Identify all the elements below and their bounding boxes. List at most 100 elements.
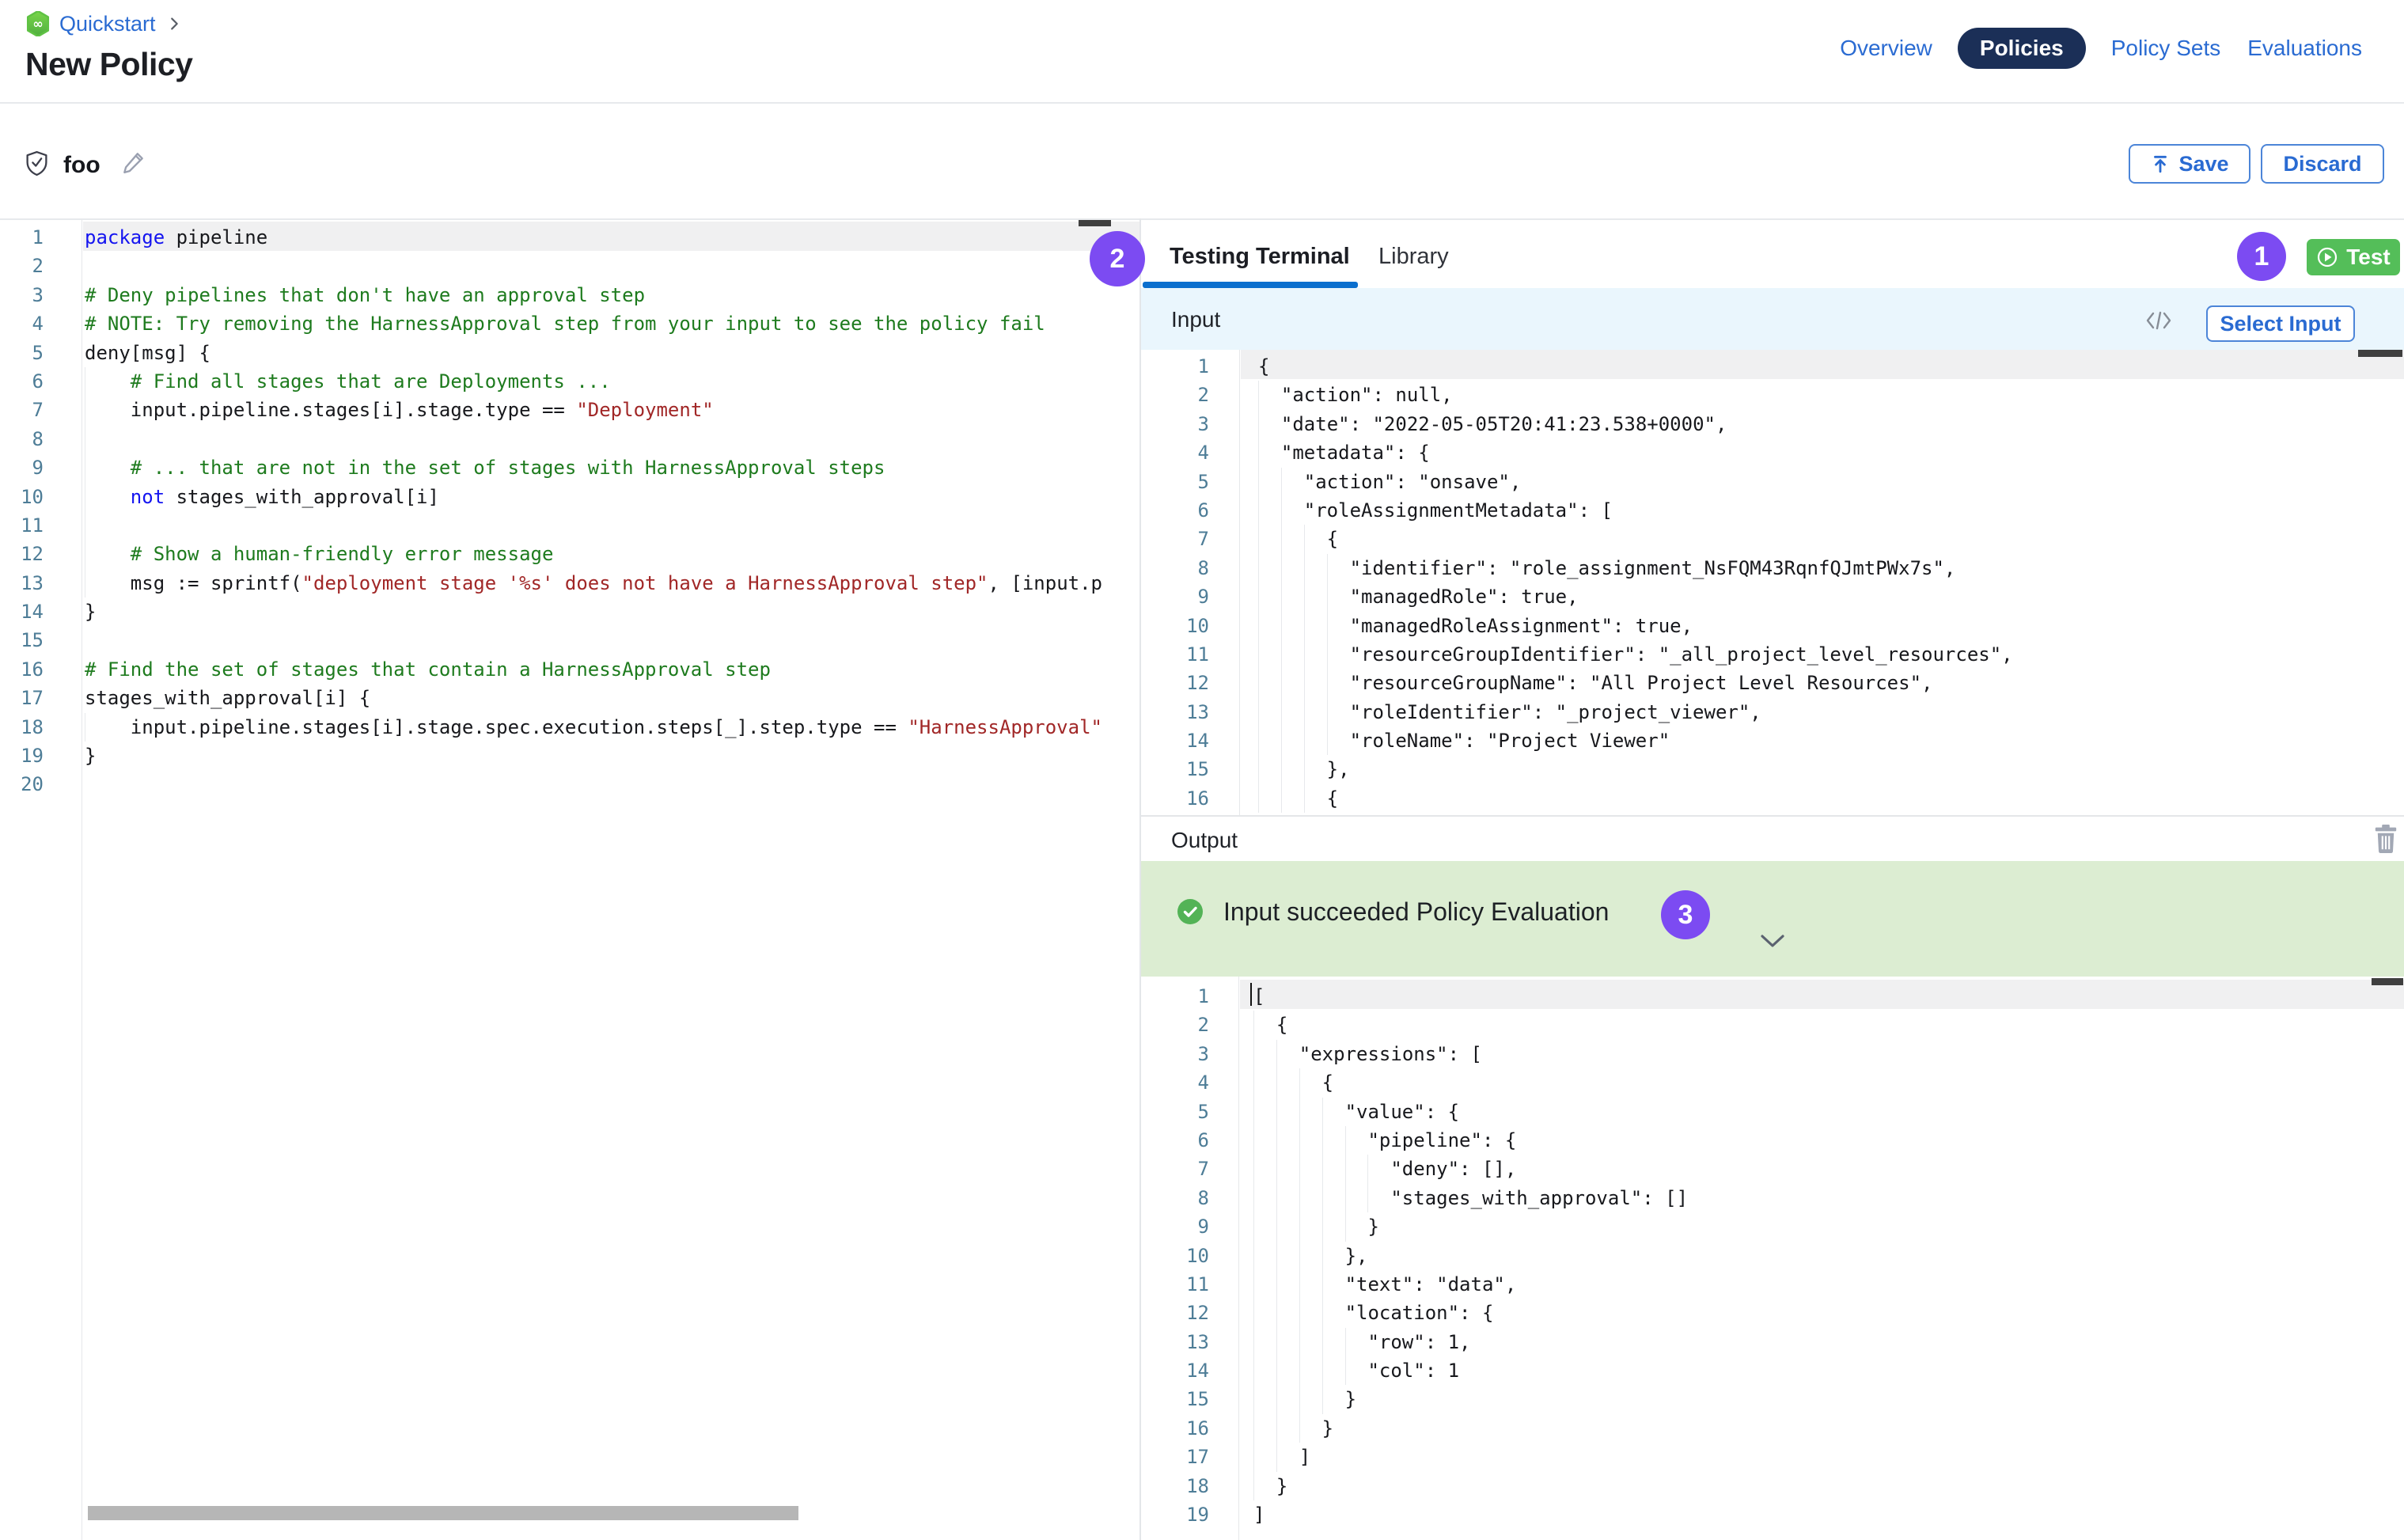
expand-details-button[interactable] (1758, 934, 1787, 954)
line-number: 7 (1141, 1155, 1209, 1183)
code-line[interactable]: "managedRole": true, (1258, 582, 2398, 611)
code-line[interactable]: "text": "data", (1253, 1270, 2393, 1299)
code-line[interactable]: # Find all stages that are Deployments .… (85, 367, 1137, 396)
gutter-border (1239, 350, 1240, 815)
code-line[interactable]: "metadata": { (1258, 438, 2398, 467)
code-line[interactable]: { (1258, 525, 2398, 553)
line-number: 6 (0, 367, 44, 396)
code-line[interactable]: # ... that are not in the set of stages … (85, 453, 1137, 482)
line-number: 11 (1141, 1270, 1209, 1299)
code-line[interactable]: not stages_with_approval[i] (85, 483, 1137, 511)
line-number: 12 (1141, 1299, 1209, 1327)
line-number: 9 (0, 453, 44, 482)
main-nav: Overview Policies Policy Sets Evaluations (1838, 28, 2364, 69)
code-line[interactable]: # Deny pipelines that don't have an appr… (85, 281, 1137, 309)
code-line[interactable]: ] (1253, 1443, 2393, 1471)
code-line[interactable]: } (85, 597, 1137, 626)
code-line[interactable]: "managedRoleAssignment": true, (1258, 612, 2398, 640)
code-line[interactable]: stages_with_approval[i] { (85, 684, 1137, 712)
editor-scrollbar-fragment[interactable] (1079, 220, 1111, 226)
code-line[interactable]: package pipeline (85, 223, 1137, 252)
harness-logo-icon: ∞ (26, 11, 50, 36)
code-line[interactable] (85, 252, 1137, 280)
code-line[interactable]: "roleAssignmentMetadata": [ (1258, 496, 2398, 525)
code-line[interactable]: "resourceGroupIdentifier": "_all_project… (1258, 640, 2398, 669)
input-editor-code[interactable]: {"action": null,"date": "2022-05-05T20:4… (1258, 352, 2398, 813)
code-line[interactable]: } (1253, 1212, 2393, 1241)
discard-button[interactable]: Discard (2261, 144, 2384, 184)
code-line[interactable]: "row": 1, (1253, 1328, 2393, 1356)
code-line[interactable]: # Find the set of stages that contain a … (85, 655, 1137, 684)
code-line[interactable]: } (1253, 1385, 2393, 1413)
code-line[interactable]: "location": { (1253, 1299, 2393, 1327)
code-line[interactable]: # Show a human-friendly error message (85, 540, 1137, 568)
input-editor[interactable]: 12345678910111213141516 {"action": null,… (1141, 350, 2404, 815)
code-line[interactable]: # NOTE: Try removing the HarnessApproval… (85, 309, 1137, 338)
code-line[interactable]: "stages_with_approval": [] (1253, 1184, 2393, 1212)
policy-name: foo (63, 152, 100, 179)
annotation-2: 2 (1090, 231, 1145, 286)
code-view-icon[interactable] (2146, 310, 2171, 335)
select-input-button[interactable]: Select Input (2206, 305, 2355, 342)
nav-item-evaluations[interactable]: Evaluations (2246, 28, 2364, 69)
code-line[interactable] (85, 425, 1137, 453)
tab-library[interactable]: Library (1378, 244, 1449, 270)
breadcrumb-quickstart-link[interactable]: Quickstart (59, 12, 156, 36)
code-line[interactable]: { (1253, 1011, 2393, 1039)
code-line[interactable]: input.pipeline.stages[i].stage.spec.exec… (85, 713, 1137, 742)
code-line[interactable]: "action": "onsave", (1258, 468, 2398, 496)
code-line[interactable]: [ (1253, 982, 2393, 1011)
pencil-icon (120, 165, 146, 179)
line-number: 16 (0, 655, 44, 684)
code-line[interactable]: msg := sprintf("deployment stage '%s' do… (85, 569, 1137, 597)
line-number: 13 (1141, 698, 1209, 726)
code-line[interactable]: deny[msg] { (85, 339, 1137, 367)
code-line[interactable]: "value": { (1253, 1098, 2393, 1126)
code-line[interactable]: "roleIdentifier": "_project_viewer", (1258, 698, 2398, 726)
code-line[interactable] (85, 511, 1137, 540)
code-line[interactable]: { (1258, 352, 2398, 381)
nav-item-policies[interactable]: Policies (1958, 28, 2086, 69)
code-line[interactable]: }, (1258, 755, 2398, 783)
code-line[interactable]: { (1258, 784, 2398, 813)
code-line[interactable]: "pipeline": { (1253, 1126, 2393, 1155)
code-line[interactable]: } (1253, 1414, 2393, 1443)
code-line[interactable]: } (85, 742, 1137, 770)
editor-scrollbar-fragment[interactable] (2372, 978, 2403, 985)
code-line[interactable]: "resourceGroupName": "All Project Level … (1258, 669, 2398, 697)
code-line[interactable]: input.pipeline.stages[i].stage.type == "… (85, 396, 1137, 424)
nav-item-policy-sets[interactable]: Policy Sets (2110, 28, 2223, 69)
line-number: 14 (0, 597, 44, 626)
save-button[interactable]: Save (2129, 144, 2250, 184)
code-line[interactable]: } (1253, 1472, 2393, 1500)
code-line[interactable]: "expressions": [ (1253, 1040, 2393, 1068)
policy-editor-code[interactable]: package pipeline # Deny pipelines that do… (85, 223, 1137, 799)
output-editor-code[interactable]: [{"expressions": [{"value": {"pipeline":… (1253, 982, 2393, 1529)
code-line[interactable]: "col": 1 (1253, 1356, 2393, 1385)
code-line[interactable]: { (1253, 1068, 2393, 1097)
test-button[interactable]: Test (2307, 239, 2400, 275)
line-number: 3 (0, 281, 44, 309)
code-line[interactable]: }, (1253, 1242, 2393, 1270)
output-editor[interactable]: 12345678910111213141516171819 [{"express… (1141, 977, 2404, 1540)
code-line[interactable]: ] (1253, 1500, 2393, 1529)
code-line[interactable]: "deny": [], (1253, 1155, 2393, 1183)
policy-code-editor[interactable]: 1234567891011121314151617181920 package … (0, 220, 1139, 1540)
line-number: 3 (1141, 1040, 1209, 1068)
nav-item-overview[interactable]: Overview (1838, 28, 1934, 69)
code-line[interactable] (85, 770, 1137, 798)
horizontal-scrollbar[interactable] (88, 1506, 798, 1520)
edit-policy-name-button[interactable] (120, 150, 146, 180)
trash-icon (2373, 843, 2398, 856)
code-line[interactable]: "action": null, (1258, 381, 2398, 409)
line-number: 5 (1141, 1098, 1209, 1126)
code-line[interactable]: "identifier": "role_assignment_NsFQM43Rq… (1258, 554, 2398, 582)
code-line[interactable]: "roleName": "Project Viewer" (1258, 726, 2398, 755)
clear-output-button[interactable] (2373, 825, 2398, 857)
code-line[interactable] (85, 626, 1137, 654)
editor-scrollbar-fragment[interactable] (2358, 350, 2402, 357)
evaluation-status-banner: Input succeeded Policy Evaluation (1141, 861, 2404, 977)
tab-testing-terminal[interactable]: Testing Terminal (1170, 244, 1350, 270)
code-line[interactable]: "date": "2022-05-05T20:41:23.538+0000", (1258, 410, 2398, 438)
line-number: 19 (1141, 1500, 1209, 1529)
